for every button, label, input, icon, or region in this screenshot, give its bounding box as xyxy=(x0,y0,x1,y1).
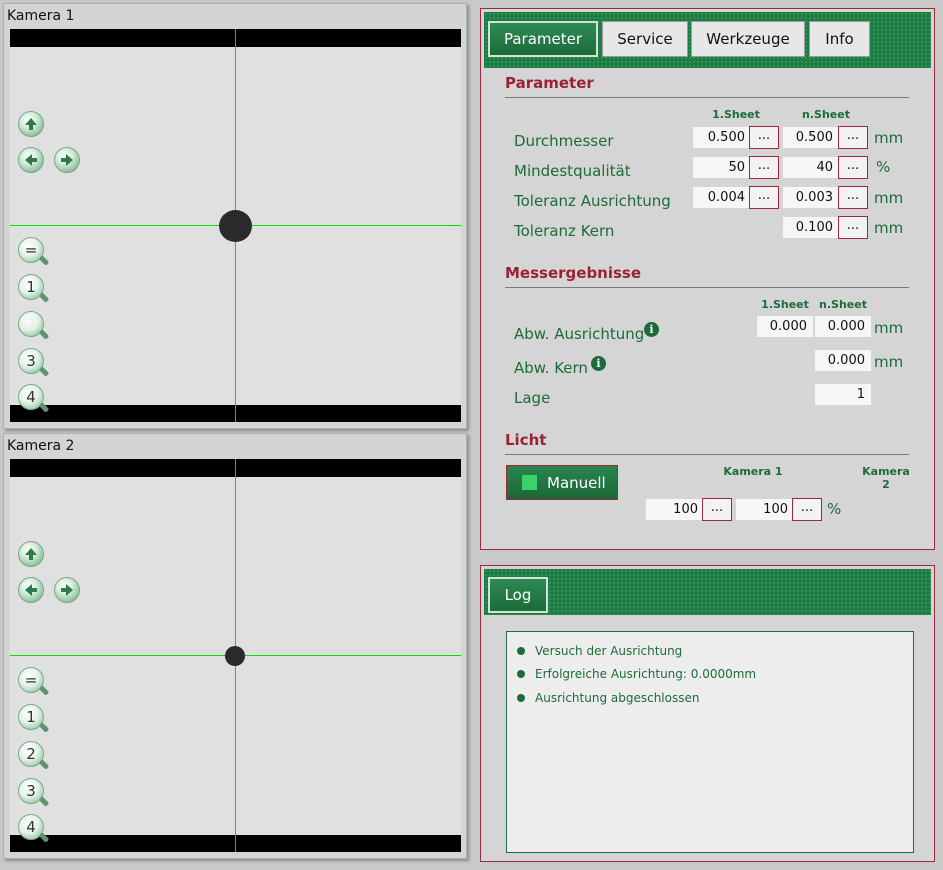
tab-strip: Parameter Service Werkzeuge Info xyxy=(484,12,931,68)
abw-ausrichtung-unit: mm xyxy=(874,319,904,337)
toleranz-ausrichtung-n-sheet-edit-button[interactable]: ... xyxy=(838,186,868,209)
mindestqualitaet-1-sheet-value[interactable]: 50 xyxy=(693,157,751,178)
column-header-kamera-2: Kamera 2 xyxy=(862,465,910,491)
parameter-panel: Parameter Service Werkzeuge Info Paramet… xyxy=(480,8,935,550)
abw-kern-n-sheet-value: 0.000 xyxy=(815,350,871,371)
toleranz-kern-unit: mm xyxy=(874,219,904,237)
camera-1-view[interactable]: = 1 2 3 4 xyxy=(10,29,461,422)
manuell-button[interactable]: Manuell xyxy=(506,465,618,500)
log-list[interactable]: Versuch der Ausrichtung Erfolgreiche Aus… xyxy=(506,631,914,853)
licht-unit: % xyxy=(827,500,842,518)
bullet-icon xyxy=(517,647,525,655)
camera-2-right-button[interactable] xyxy=(54,577,80,603)
toleranz-ausrichtung-unit: mm xyxy=(874,189,904,207)
licht-kamera-2-edit-button[interactable]: ... xyxy=(792,498,822,521)
toleranz-ausrichtung-n-sheet-value[interactable]: 0.003 xyxy=(783,187,839,208)
column-header-n-sheet: n.Sheet xyxy=(802,108,850,121)
camera-1-zoom-2-button[interactable]: 2 xyxy=(18,311,52,341)
label-durchmesser: Durchmesser xyxy=(514,132,614,150)
camera-1-left-button[interactable] xyxy=(18,147,44,173)
camera-1-title: Kamera 1 xyxy=(7,8,75,24)
arrow-left-icon xyxy=(25,584,37,596)
arrow-up-icon xyxy=(25,118,37,130)
licht-kamera-1-edit-button[interactable]: ... xyxy=(702,498,732,521)
section-title-parameter: Parameter xyxy=(505,74,594,92)
camera-2-up-button[interactable] xyxy=(18,541,44,567)
durchmesser-1-sheet-edit-button[interactable]: ... xyxy=(749,126,779,149)
licht-kamera-1-value[interactable]: 100 xyxy=(646,499,704,520)
arrow-up-icon xyxy=(25,548,37,560)
durchmesser-n-sheet-edit-button[interactable]: ... xyxy=(838,126,868,149)
indicator-square-icon xyxy=(522,475,537,490)
durchmesser-unit: mm xyxy=(874,129,904,147)
camera-2-title: Kamera 2 xyxy=(7,438,75,454)
mindestqualitaet-n-sheet-edit-button[interactable]: ... xyxy=(838,156,868,179)
log-panel: Log Versuch der Ausrichtung Erfolgreiche… xyxy=(480,565,935,862)
camera-2-left-button[interactable] xyxy=(18,577,44,603)
toleranz-ausrichtung-1-sheet-edit-button[interactable]: ... xyxy=(749,186,779,209)
column-header-1-sheet: 1.Sheet xyxy=(761,298,809,311)
toleranz-ausrichtung-1-sheet-value[interactable]: 0.004 xyxy=(693,187,751,208)
toleranz-kern-n-sheet-value[interactable]: 0.100 xyxy=(783,217,839,238)
mindestqualitaet-1-sheet-edit-button[interactable]: ... xyxy=(749,156,779,179)
mindestqualitaet-n-sheet-value[interactable]: 40 xyxy=(783,157,839,178)
column-header-kamera-1: Kamera 1 xyxy=(723,465,783,478)
camera-2-zoom-4-button[interactable]: 4 xyxy=(18,814,52,844)
divider xyxy=(505,287,909,288)
label-lage: Lage xyxy=(514,389,551,407)
camera-1-zoom-4-button[interactable]: 4 xyxy=(18,384,52,414)
mindestqualitaet-unit: % xyxy=(876,158,891,176)
licht-kamera-2-value[interactable]: 100 xyxy=(736,499,794,520)
camera-2-zoom-fit-button[interactable]: = xyxy=(18,667,52,697)
bullet-icon xyxy=(517,694,525,702)
section-title-licht: Licht xyxy=(505,431,547,449)
camera-2-zoom-1-button[interactable]: 1 xyxy=(18,704,52,734)
tab-service[interactable]: Service xyxy=(602,21,688,57)
arrow-right-icon xyxy=(61,154,73,166)
bullet-icon xyxy=(517,670,525,678)
camera-1-right-button[interactable] xyxy=(54,147,80,173)
lage-value: 1 xyxy=(815,384,871,405)
arrow-left-icon xyxy=(25,154,37,166)
info-icon[interactable]: i xyxy=(591,356,606,371)
label-toleranz-kern: Toleranz Kern xyxy=(514,222,615,240)
durchmesser-n-sheet-value[interactable]: 0.500 xyxy=(783,127,839,148)
section-title-messergebnisse: Messergebnisse xyxy=(505,264,642,282)
camera-2-zoom-2-button[interactable]: 2 xyxy=(18,741,52,771)
camera-2-panel: Kamera 2 = 1 2 3 4 xyxy=(3,433,467,859)
arrow-right-icon xyxy=(61,584,73,596)
camera-1-target-dot xyxy=(219,210,252,242)
tab-info[interactable]: Info xyxy=(809,21,870,57)
abw-ausrichtung-1-sheet-value: 0.000 xyxy=(757,316,813,337)
camera-2-target-dot xyxy=(225,646,245,666)
tab-werkzeuge[interactable]: Werkzeuge xyxy=(691,21,805,57)
divider xyxy=(505,454,909,455)
manuell-button-label: Manuell xyxy=(547,473,606,492)
info-icon[interactable]: i xyxy=(644,322,659,337)
tab-parameter[interactable]: Parameter xyxy=(488,21,598,57)
log-tab-strip: Log xyxy=(484,569,931,615)
toleranz-kern-n-sheet-edit-button[interactable]: ... xyxy=(838,216,868,239)
column-header-n-sheet: n.Sheet xyxy=(819,298,867,311)
camera-1-zoom-fit-button[interactable]: = xyxy=(18,237,52,267)
camera-2-zoom-3-button[interactable]: 3 xyxy=(18,778,52,808)
camera-1-up-button[interactable] xyxy=(18,111,44,137)
tab-log[interactable]: Log xyxy=(488,577,548,613)
divider xyxy=(505,97,909,98)
label-mindestqualitaet: Mindestqualität xyxy=(514,162,631,180)
camera-1-zoom-3-button[interactable]: 3 xyxy=(18,348,52,378)
column-header-1-sheet: 1.Sheet xyxy=(712,108,760,121)
label-toleranz-ausrichtung: Toleranz Ausrichtung xyxy=(514,192,671,210)
label-abw-kern: Abw. Kern xyxy=(514,359,588,377)
abw-kern-unit: mm xyxy=(874,353,904,371)
label-abw-ausrichtung: Abw. Ausrichtung xyxy=(514,325,645,343)
camera-2-view[interactable]: = 1 2 3 4 xyxy=(10,459,461,852)
camera-1-panel: Kamera 1 = 1 2 3 4 xyxy=(3,3,467,429)
abw-ausrichtung-n-sheet-value: 0.000 xyxy=(815,316,871,337)
camera-1-zoom-1-button[interactable]: 1 xyxy=(18,274,52,304)
durchmesser-1-sheet-value[interactable]: 0.500 xyxy=(693,127,751,148)
